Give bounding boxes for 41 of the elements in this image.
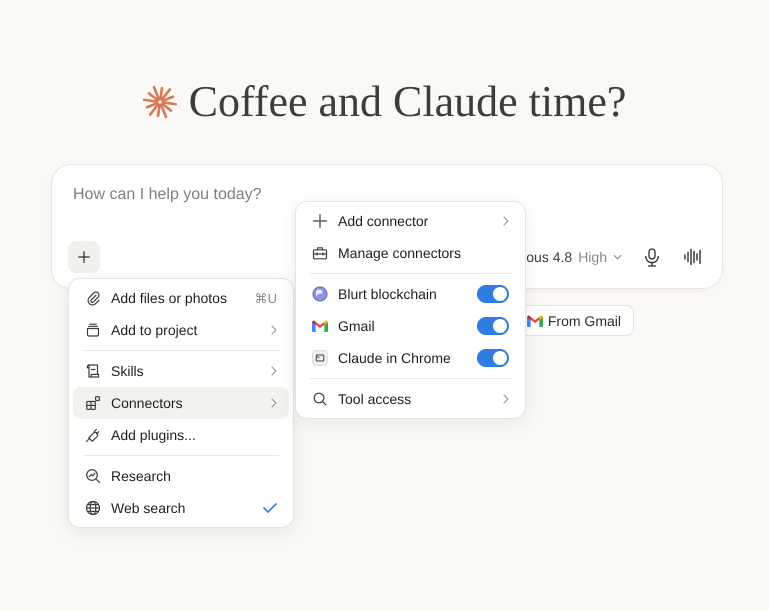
menu-item[interactable]: Gmail bbox=[300, 310, 521, 342]
menu-item[interactable]: Tool access bbox=[300, 383, 521, 415]
menu-item[interactable]: Manage connectors bbox=[300, 237, 521, 269]
effort-selector[interactable]: High bbox=[578, 249, 622, 265]
menu-item[interactable]: Web search bbox=[73, 492, 289, 524]
scroll-icon bbox=[85, 363, 101, 379]
globe-icon bbox=[85, 500, 101, 516]
shortcut-hint: ⌘U bbox=[254, 290, 277, 306]
menu-item[interactable]: Connectors bbox=[73, 387, 289, 419]
prompt-input[interactable]: How can I help you today? bbox=[68, 184, 285, 206]
paperclip-icon bbox=[85, 290, 101, 306]
menu-item[interactable]: Skills bbox=[73, 355, 289, 387]
plus-icon bbox=[312, 213, 328, 229]
toolbox-icon bbox=[312, 245, 328, 261]
toggle-switch[interactable] bbox=[477, 349, 509, 367]
menu-item[interactable]: Add connector bbox=[300, 205, 521, 237]
menu-item[interactable]: Blurt blockchain bbox=[300, 278, 521, 310]
starburst-icon bbox=[142, 85, 177, 119]
microphone-icon[interactable] bbox=[644, 248, 660, 266]
menu-item[interactable]: Research bbox=[73, 460, 289, 492]
menu-item[interactable]: Claude in Chrome bbox=[300, 342, 521, 374]
sphere-logo-icon bbox=[312, 286, 328, 302]
add-button[interactable] bbox=[68, 241, 100, 273]
mail-logo-icon bbox=[312, 320, 328, 332]
browser-window-icon bbox=[312, 350, 328, 366]
magnifier-chart-icon bbox=[85, 468, 101, 484]
toggle-switch[interactable] bbox=[477, 317, 509, 335]
page-title: Coffee and Claude time? bbox=[188, 78, 626, 126]
chevron-down-icon bbox=[613, 254, 622, 260]
model-selector[interactable]: ous 4.8 bbox=[526, 249, 572, 265]
menu-item[interactable]: Add plugins... bbox=[73, 419, 289, 451]
plug-icon bbox=[85, 427, 101, 443]
blocks-icon bbox=[85, 395, 101, 411]
menu-item[interactable]: Add files or photos ⌘U bbox=[73, 282, 289, 314]
plus-icon bbox=[77, 250, 91, 264]
waveform-icon[interactable] bbox=[682, 247, 703, 267]
tray-stack-icon bbox=[85, 322, 101, 338]
search-icon bbox=[312, 391, 328, 407]
toggle-switch[interactable] bbox=[477, 285, 509, 303]
menu-item[interactable]: Add to project bbox=[73, 314, 289, 346]
mail-logo-icon bbox=[526, 314, 543, 326]
